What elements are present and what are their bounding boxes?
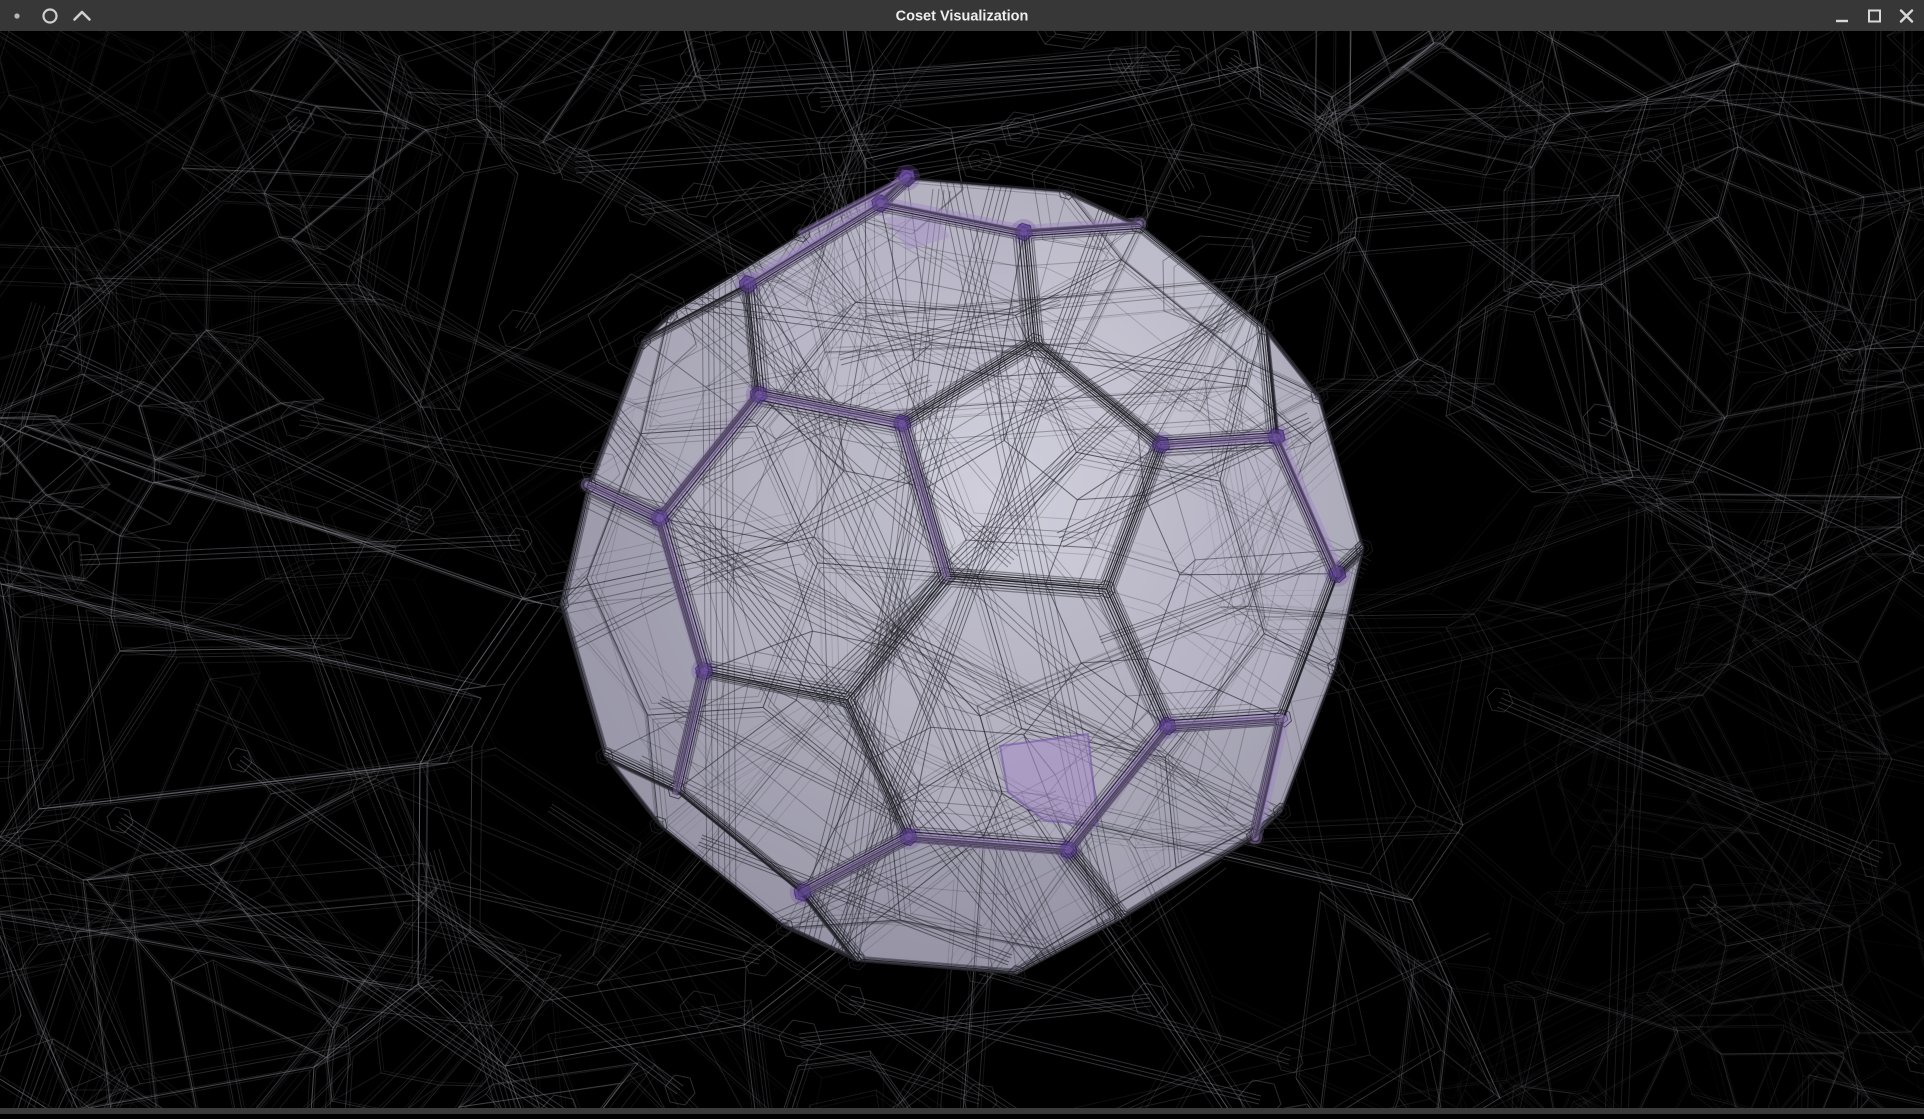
svg-text:Coset Visualization: Coset Visualization [896, 9, 1029, 25]
